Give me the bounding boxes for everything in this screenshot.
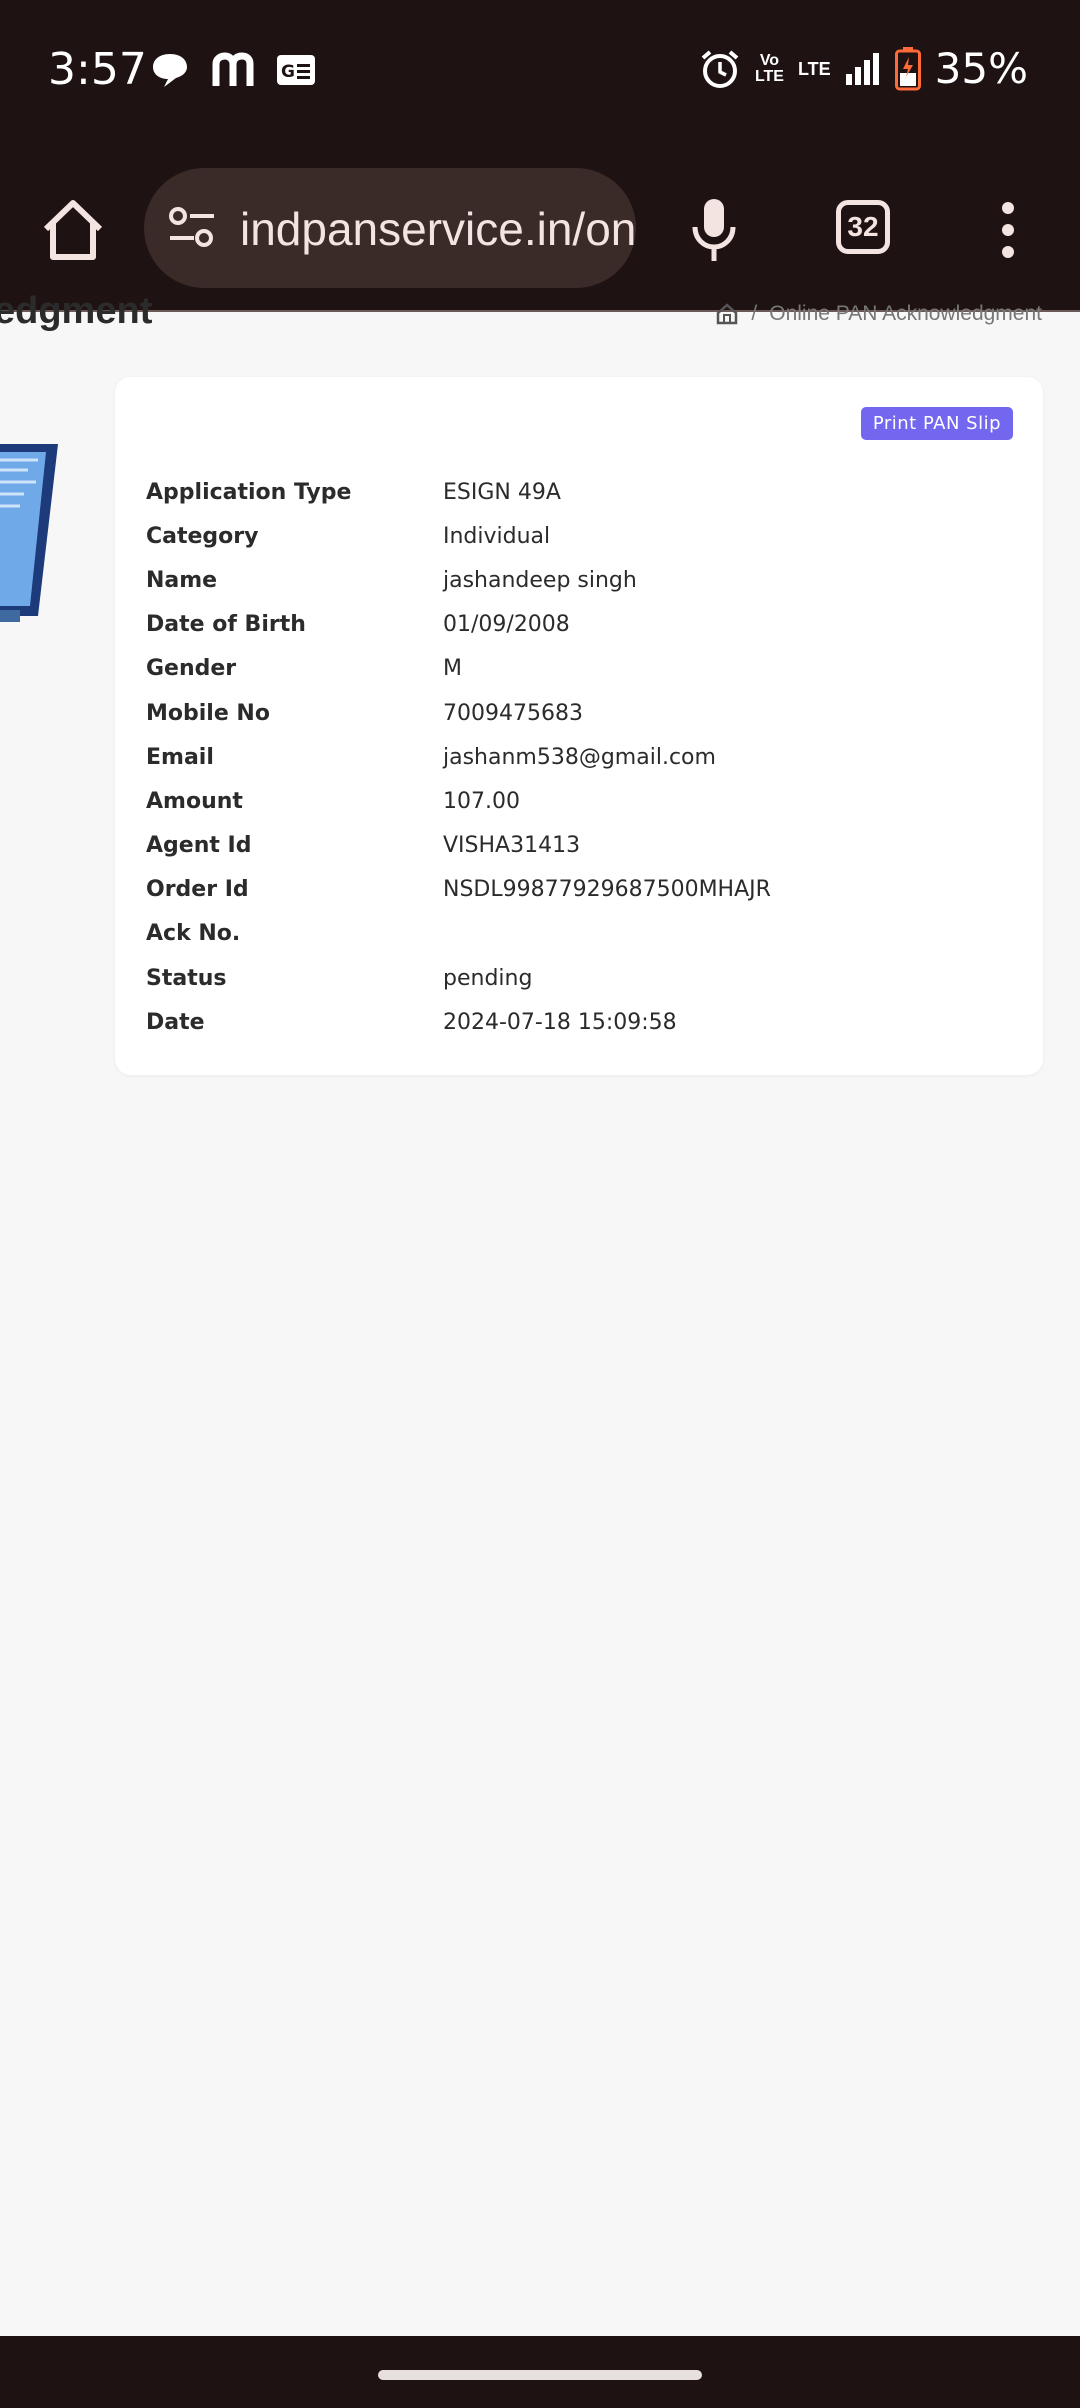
field-ack-no: Ack No. [146,912,1006,956]
breadcrumb-separator: / [751,302,758,325]
field-label: Mobile No [146,700,270,726]
news-icon: G [277,55,315,85]
field-order-id: Order Id NSDL99877929687500MHAJR [146,868,1006,912]
print-pan-slip-button[interactable]: Print PAN Slip [860,407,1013,440]
field-date-of-birth: Date of Birth 01/09/2008 [146,603,1006,647]
field-amount: Amount 107.00 [146,779,1006,823]
field-date: Date 2024-07-18 15:09:58 [146,1000,1006,1044]
volte-icon: Vo LTE [754,51,784,85]
field-value: 7009475683 [443,700,583,726]
field-label: Ack No. [146,921,241,947]
field-value: 2024-07-18 15:09:58 [443,1009,677,1035]
system-icons: Vo LTE LTE 35% [699,44,1028,93]
field-label: Category [146,523,259,549]
field-value: NSDL99877929687500MHAJR [443,877,771,903]
field-value: jashanm538@gmail.com [443,744,716,770]
battery-icon [894,46,921,90]
field-label: Amount [146,788,243,814]
breadcrumb: / Online PAN Acknowledgment [715,302,1042,326]
breadcrumb-current: Online PAN Acknowledgment [769,302,1042,325]
field-label: Email [146,744,214,770]
field-value: VISHA31413 [443,833,581,859]
browser-toolbar: indpanservice.in/online-pan-acknowledgme… [0,145,1080,312]
status-bar: 3:57 G Vo LTE LTE 35% [0,0,1080,145]
signal-icon [845,52,879,85]
field-category: Category Individual [146,514,1006,558]
field-label: Date [146,1009,205,1035]
chat-bubble-icon [153,54,187,87]
pan-details-card: Print PAN Slip Application Type ESIGN 49… [115,377,1043,1075]
details-list: Application Type ESIGN 49A Category Indi… [146,470,1006,1044]
field-email: Email jashanm538@gmail.com [146,735,1006,779]
lte-icon: LTE [797,58,831,79]
home-icon[interactable] [38,195,108,265]
field-status: Status pending [146,956,1006,1000]
field-name: Name jashandeep singh [146,558,1006,602]
url-text[interactable]: indpanservice.in/online-pan-acknowledgme… [240,202,636,256]
field-label: Name [146,567,218,593]
notification-icons: G [150,50,316,90]
field-gender: Gender M [146,647,1006,691]
field-value: M [443,656,462,682]
field-label: Status [146,965,227,991]
field-value: ESIGN 49A [443,479,561,505]
field-label: Application Type [146,479,352,505]
field-value: 107.00 [443,788,520,814]
field-label: Gender [146,656,237,682]
field-label: Agent Id [146,833,252,859]
field-value: jashandeep singh [443,567,637,593]
m-app-icon [212,52,254,86]
page-title: edgment [0,290,153,332]
tab-switcher-button[interactable]: 32 [836,200,890,254]
alarm-icon [701,49,739,88]
field-mobile-no: Mobile No 7009475683 [146,691,1006,735]
status-badge: pending [443,965,533,991]
field-value: Individual [443,523,551,549]
site-settings-icon[interactable] [168,206,216,250]
more-vert-icon[interactable] [996,200,1020,260]
url-bar[interactable]: indpanservice.in/online-pan-acknowledgme… [144,168,636,288]
document-illustration [0,444,58,622]
system-navigation-bar [0,2336,1080,2408]
field-label: Date of Birth [146,612,306,638]
battery-percent: 35% [934,44,1028,93]
status-time: 3:57 [48,44,147,95]
field-label: Order Id [146,877,249,903]
tab-count: 32 [847,211,879,242]
microphone-icon[interactable] [690,195,738,265]
field-application-type: Application Type ESIGN 49A [146,470,1006,514]
gesture-handle[interactable] [378,2370,702,2380]
field-value: 01/09/2008 [443,612,570,638]
field-agent-id: Agent Id VISHA31413 [146,824,1006,868]
home-breadcrumb-icon[interactable] [715,302,739,326]
svg-text:G: G [281,62,295,82]
